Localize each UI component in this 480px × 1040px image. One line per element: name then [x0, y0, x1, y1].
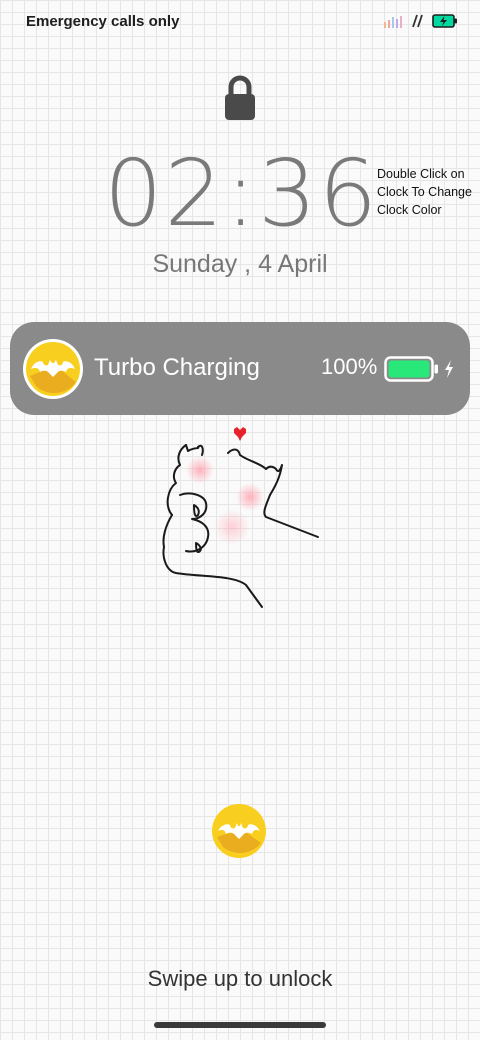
- status-icons: [384, 11, 458, 31]
- home-indicator[interactable]: [154, 1022, 326, 1028]
- battery-full-icon: [384, 356, 438, 382]
- bat-logo-icon: [23, 339, 83, 399]
- charging-percent: 100%: [321, 354, 378, 379]
- padlock-icon: [225, 75, 255, 120]
- swipe-unlock-text: Swipe up to unlock: [147, 966, 333, 991]
- clock-hint-text: Double Click on Clock To Change Clock Co…: [377, 167, 472, 217]
- bat-logo-icon[interactable]: [211, 803, 267, 859]
- signal-bars-icon: [384, 16, 402, 28]
- charging-bolt-icon: [445, 360, 453, 378]
- clock-container[interactable]: 02:36: [104, 142, 377, 246]
- clock-time[interactable]: 02:36: [104, 142, 377, 246]
- status-bar: Emergency calls only: [0, 0, 480, 44]
- charging-title: Turbo Charging: [94, 354, 260, 381]
- battery-charging-icon: [432, 14, 457, 28]
- carrier-text: Emergency calls only: [26, 13, 180, 30]
- charging-card: Turbo Charging 100%: [10, 322, 470, 415]
- no-sim-icon: [412, 14, 423, 28]
- date-text: Sunday , 4 April: [152, 250, 328, 278]
- cat-doodle-illustration: [162, 427, 319, 608]
- heart-icon: [234, 427, 246, 441]
